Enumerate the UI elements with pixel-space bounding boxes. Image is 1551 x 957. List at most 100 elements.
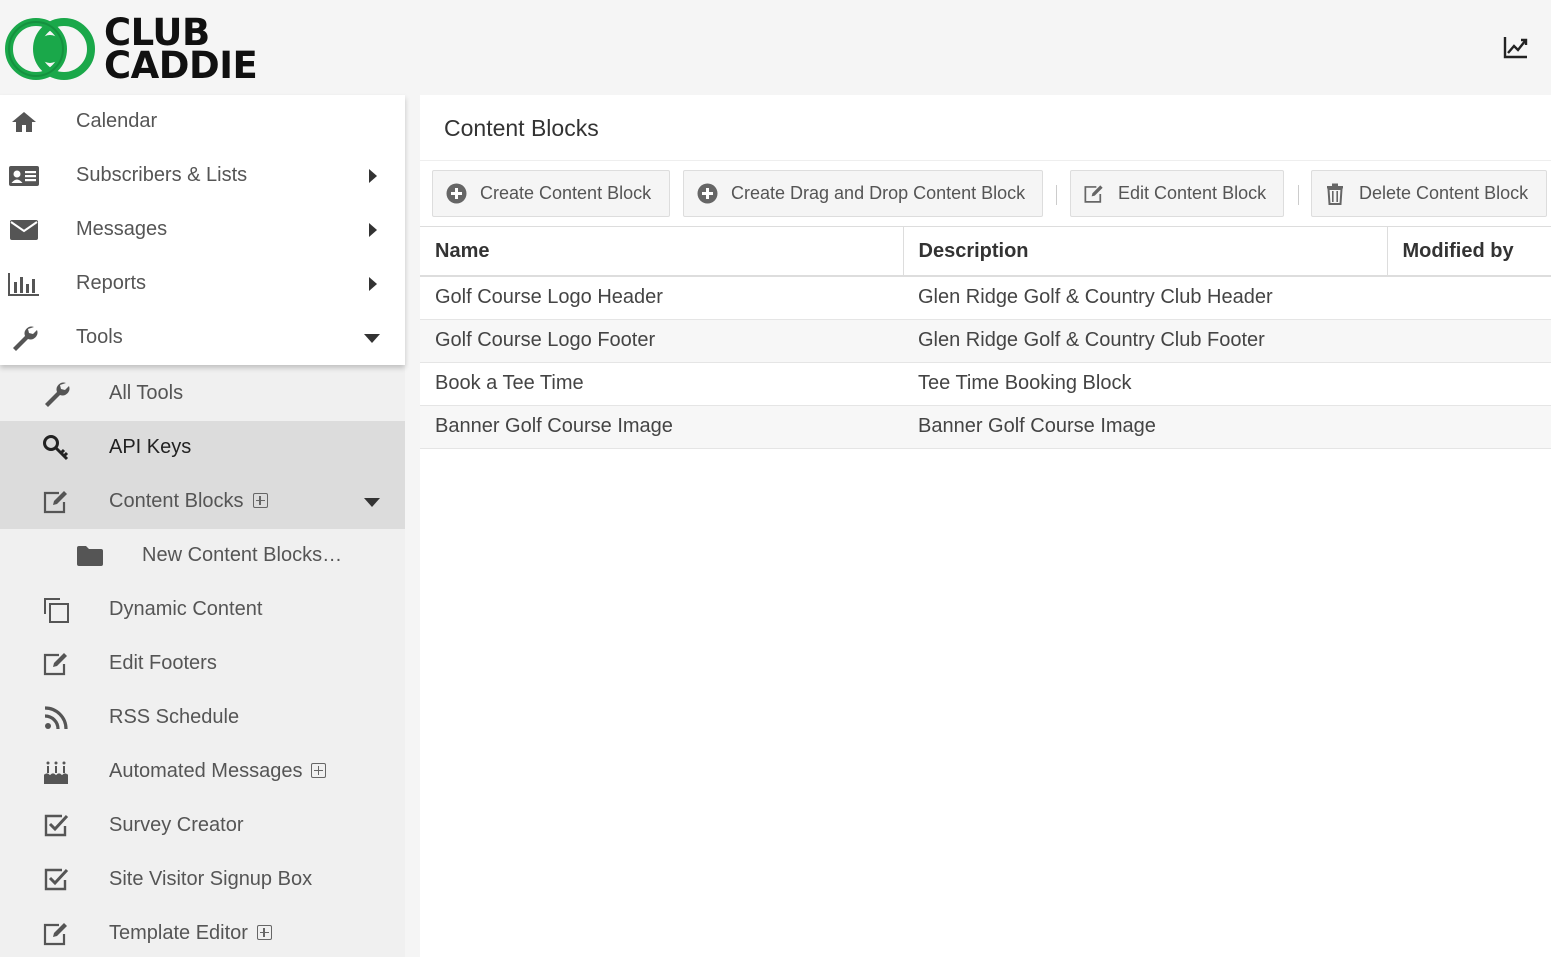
nav-item-calendar[interactable]: Calendar [0,95,405,149]
main-content: Content Blocks Create Content Block Crea… [420,95,1551,957]
sidebar-item-content-blocks[interactable]: Content Blocks [0,475,405,529]
create-content-block-button[interactable]: Create Content Block [432,170,670,217]
cell-name: Golf Course Logo Header [420,276,903,320]
sidebar-item-survey-creator[interactable]: Survey Creator [0,799,405,853]
create-dnd-content-block-button[interactable]: Create Drag and Drop Content Block [683,170,1043,217]
logo-text-caddie: CADDIE [104,44,258,87]
check-square-icon [40,812,72,840]
sidebar-item-rss-schedule[interactable]: RSS Schedule [0,691,405,745]
wrench-icon [8,324,40,352]
sidebar-item-automated-messages[interactable]: Automated Messages [0,745,405,799]
nav-item-messages[interactable]: Messages [0,203,405,257]
check-square-icon [40,866,72,894]
edit-icon [40,650,72,678]
plus-circle-icon [696,183,718,205]
table-row[interactable]: Golf Course Logo Header Glen Ridge Golf … [420,276,1551,320]
toolbar-separator [1056,185,1057,205]
address-card-icon [8,162,40,190]
sidebar-item-all-tools[interactable]: All Tools [0,367,405,421]
button-label: Delete Content Block [1359,183,1529,203]
caret-down-icon [364,498,380,507]
rss-icon [40,704,72,732]
sidebar-item-label: RSS Schedule [109,706,240,728]
sidebar-item-edit-footers[interactable]: Edit Footers [0,637,405,691]
sidebar-item-label: New Content Blocks… [142,544,343,566]
trash-icon [1324,183,1346,205]
sidebar-item-label: Site Visitor Signup Box [109,868,313,890]
button-label: Create Drag and Drop Content Block [731,183,1026,203]
cell-modified-by [1387,319,1551,363]
logo-mark-icon [5,18,95,80]
caret-right-icon [369,223,377,237]
edit-content-block-button[interactable]: Edit Content Block [1070,170,1284,217]
envelope-icon [8,216,40,244]
table-row[interactable]: Golf Course Logo Footer Glen Ridge Golf … [420,319,1551,363]
column-header-description[interactable]: Description [902,227,1387,277]
sidebar-item-template-editor[interactable]: Template Editor [0,907,405,957]
home-icon [8,108,40,136]
club-caddie-logo[interactable]: CLUB CADDIE [4,12,258,87]
sidebar-item-label-wrap: Automated Messages [109,760,327,783]
edit-icon [1083,183,1105,205]
title-bar: Content Blocks [420,95,1551,161]
sidebar-item-label-wrap: Content Blocks [109,490,268,513]
nav-item-subscribers[interactable]: Subscribers & Lists [0,149,405,203]
table-header-row: Name Description Modified by [420,227,1551,277]
cell-description: Glen Ridge Golf & Country Club Header [903,276,1387,320]
sidebar-item-dynamic-content[interactable]: Dynamic Content [0,583,405,637]
page-title: Content Blocks [444,115,599,141]
nav-item-label: Reports [76,272,147,294]
cell-description: Banner Golf Course Image [903,405,1387,449]
nav-item-reports[interactable]: Reports [0,257,405,311]
sidebar-item-label: Dynamic Content [109,598,263,620]
sidebar-item-new-content-blocks[interactable]: New Content Blocks… [0,529,405,583]
edit-icon [40,488,72,516]
caret-right-icon [369,277,377,291]
sidebar-item-api-keys[interactable]: API Keys [0,421,405,475]
column-header-name[interactable]: Name [420,227,903,277]
bar-chart-icon [8,270,40,298]
cell-description: Glen Ridge Golf & Country Club Footer [903,319,1387,363]
toolbar-separator [1298,185,1299,205]
sidebar-item-label-wrap: Template Editor [109,922,272,945]
cell-name: Book a Tee Time [420,362,903,406]
cell-description: Tee Time Booking Block [903,362,1387,406]
expand-plus-icon[interactable] [311,763,327,778]
content-blocks-table: Name Description Modified by Golf Course… [420,227,1551,449]
app-header: CLUB CADDIE [0,0,1551,95]
caret-right-icon [369,169,377,183]
sidebar-item-label: Edit Footers [109,652,217,674]
line-chart-icon[interactable] [1503,35,1529,59]
sidebar-item-site-visitor-signup[interactable]: Site Visitor Signup Box [0,853,405,907]
sidebar-item-label: Survey Creator [109,814,244,836]
copy-icon [40,596,72,624]
delete-content-block-button[interactable]: Delete Content Block [1311,170,1547,217]
cell-name: Banner Golf Course Image [420,405,903,449]
sidebar-item-label: Template Editor [109,922,248,944]
expand-plus-icon[interactable] [252,493,268,508]
nav-item-tools[interactable]: Tools [0,311,405,365]
sidebar-item-label: Content Blocks [109,490,244,512]
edit-icon [40,920,72,948]
cell-modified-by [1387,405,1551,449]
expand-plus-icon[interactable] [256,925,272,940]
cell-name: Golf Course Logo Footer [420,319,903,363]
folder-icon [74,542,106,570]
plus-circle-icon [445,183,467,205]
table-row[interactable]: Banner Golf Course Image Banner Golf Cou… [420,405,1551,449]
nav-item-label: Subscribers & Lists [76,164,248,186]
nav-item-label: Calendar [76,110,158,132]
button-label: Edit Content Block [1118,183,1267,203]
nav-item-label: Messages [76,218,168,240]
button-label: Create Content Block [480,183,652,203]
sidebar-item-label: API Keys [109,436,192,458]
sidebar-item-label: All Tools [109,382,184,404]
toolbar: Create Content Block Create Drag and Dro… [420,161,1551,227]
table-row[interactable]: Book a Tee Time Tee Time Booking Block [420,362,1551,406]
nav-item-label: Tools [76,326,123,348]
cell-modified-by [1387,362,1551,406]
main-nav: Calendar Subscribers & Lists Messages Re… [0,95,405,365]
column-header-modified-by[interactable]: Modified by [1386,227,1551,277]
birthday-cake-icon [40,758,72,786]
caret-down-icon [364,334,380,343]
